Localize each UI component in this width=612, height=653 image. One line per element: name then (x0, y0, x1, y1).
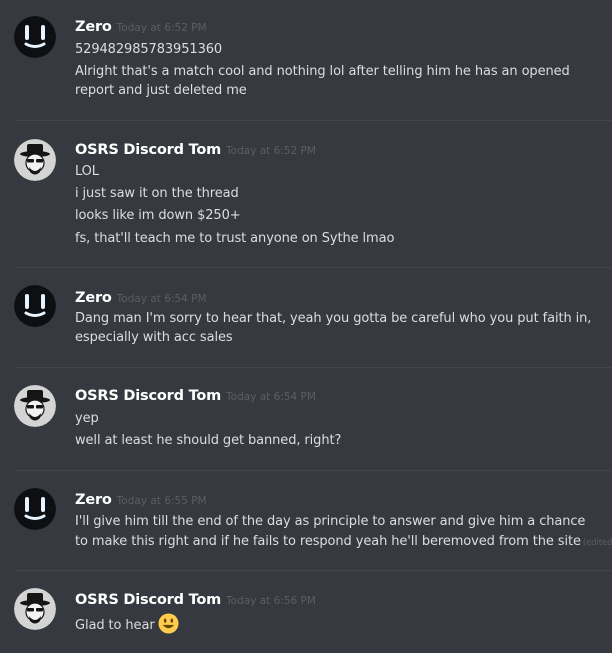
message-line: LOL (75, 164, 99, 179)
username[interactable]: OSRS Discord Tom (75, 388, 221, 404)
message-line: i just saw it on the thread (75, 186, 239, 201)
message-header: OSRS Discord Tom Today at 6:56 PM (75, 589, 316, 611)
message-line: I'll give him till the end of the day as… (75, 514, 586, 529)
timestamp[interactable]: Today at 6:55 PM (117, 495, 207, 507)
username[interactable]: OSRS Discord Tom (75, 142, 221, 158)
zero-avatar-icon[interactable] (14, 488, 56, 530)
message-line-text: to make this right and if he fails to re… (75, 534, 581, 549)
message-header: Zero Today at 6:52 PM (75, 16, 207, 38)
message-group: OSRS Discord Tom Today at 6:56 PM Glad to… (0, 571, 612, 653)
timestamp[interactable]: Today at 6:56 PM (226, 595, 316, 607)
message-line-text: Glad to hear (75, 618, 155, 633)
timestamp[interactable]: Today at 6:54 PM (117, 293, 207, 305)
message-header: Zero Today at 6:54 PM (75, 287, 207, 309)
message-line: looks like im down $250+ (75, 208, 241, 223)
message-line: to make this right and if he fails to re… (75, 532, 612, 553)
zero-avatar-icon[interactable] (14, 16, 56, 58)
edited-label: (edited) (582, 538, 612, 548)
heisenberg-avatar-icon[interactable] (14, 385, 56, 427)
message-header: Zero Today at 6:55 PM (75, 489, 207, 511)
timestamp[interactable]: Today at 6:52 PM (226, 145, 316, 157)
message-line: yep (75, 411, 99, 426)
chat-log: Zero Today at 6:52 PM 529482985783951360 … (0, 0, 612, 653)
timestamp[interactable]: Today at 6:54 PM (226, 391, 316, 403)
heisenberg-avatar-icon[interactable] (14, 139, 56, 181)
username[interactable]: OSRS Discord Tom (75, 592, 221, 608)
message-line: Dang man I'm sorry to hear that, yeah yo… (75, 311, 592, 326)
smiley-emoji-icon[interactable] (158, 613, 179, 641)
username[interactable]: Zero (75, 19, 112, 35)
message-group: OSRS Discord Tom Today at 6:54 PM yep wel… (0, 368, 612, 471)
message-line: well at least he should get banned, righ… (75, 433, 342, 448)
message-line: fs, that'll teach me to trust anyone on … (75, 231, 395, 246)
message-group: OSRS Discord Tom Today at 6:52 PM LOL i j… (0, 121, 612, 268)
message-group: Zero Today at 6:54 PM Dang man I'm sorry … (0, 268, 612, 368)
message-line: 529482985783951360 (75, 42, 223, 57)
message-group: Zero Today at 6:52 PM 529482985783951360 … (0, 0, 612, 121)
message-group: Zero Today at 6:55 PM I'll give him till … (0, 471, 612, 571)
username[interactable]: Zero (75, 492, 112, 508)
message-header: OSRS Discord Tom Today at 6:52 PM (75, 139, 316, 161)
message-line: report and just deleted me (75, 83, 247, 98)
heisenberg-avatar-icon[interactable] (14, 588, 56, 630)
timestamp[interactable]: Today at 6:52 PM (117, 22, 207, 34)
message-line: especially with acc sales (75, 330, 233, 345)
message-line: Glad to hear (75, 613, 179, 641)
zero-avatar-icon[interactable] (14, 285, 56, 327)
message-line: Alright that's a match cool and nothing … (75, 64, 570, 79)
message-header: OSRS Discord Tom Today at 6:54 PM (75, 385, 316, 407)
username[interactable]: Zero (75, 290, 112, 306)
